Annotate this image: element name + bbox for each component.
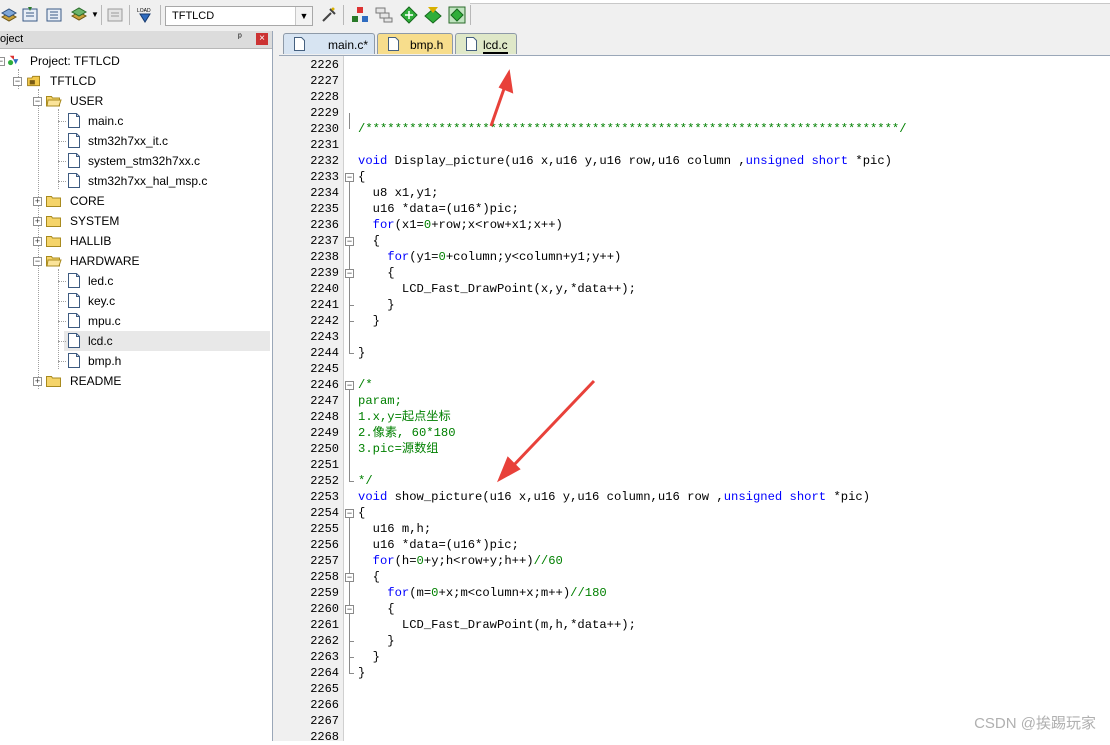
arrow-annotation	[489, 69, 514, 127]
watermark: CSDN @挨踢玩家	[974, 715, 1096, 732]
arrow-annotation	[497, 379, 596, 483]
annotation-arrows	[489, 69, 596, 483]
